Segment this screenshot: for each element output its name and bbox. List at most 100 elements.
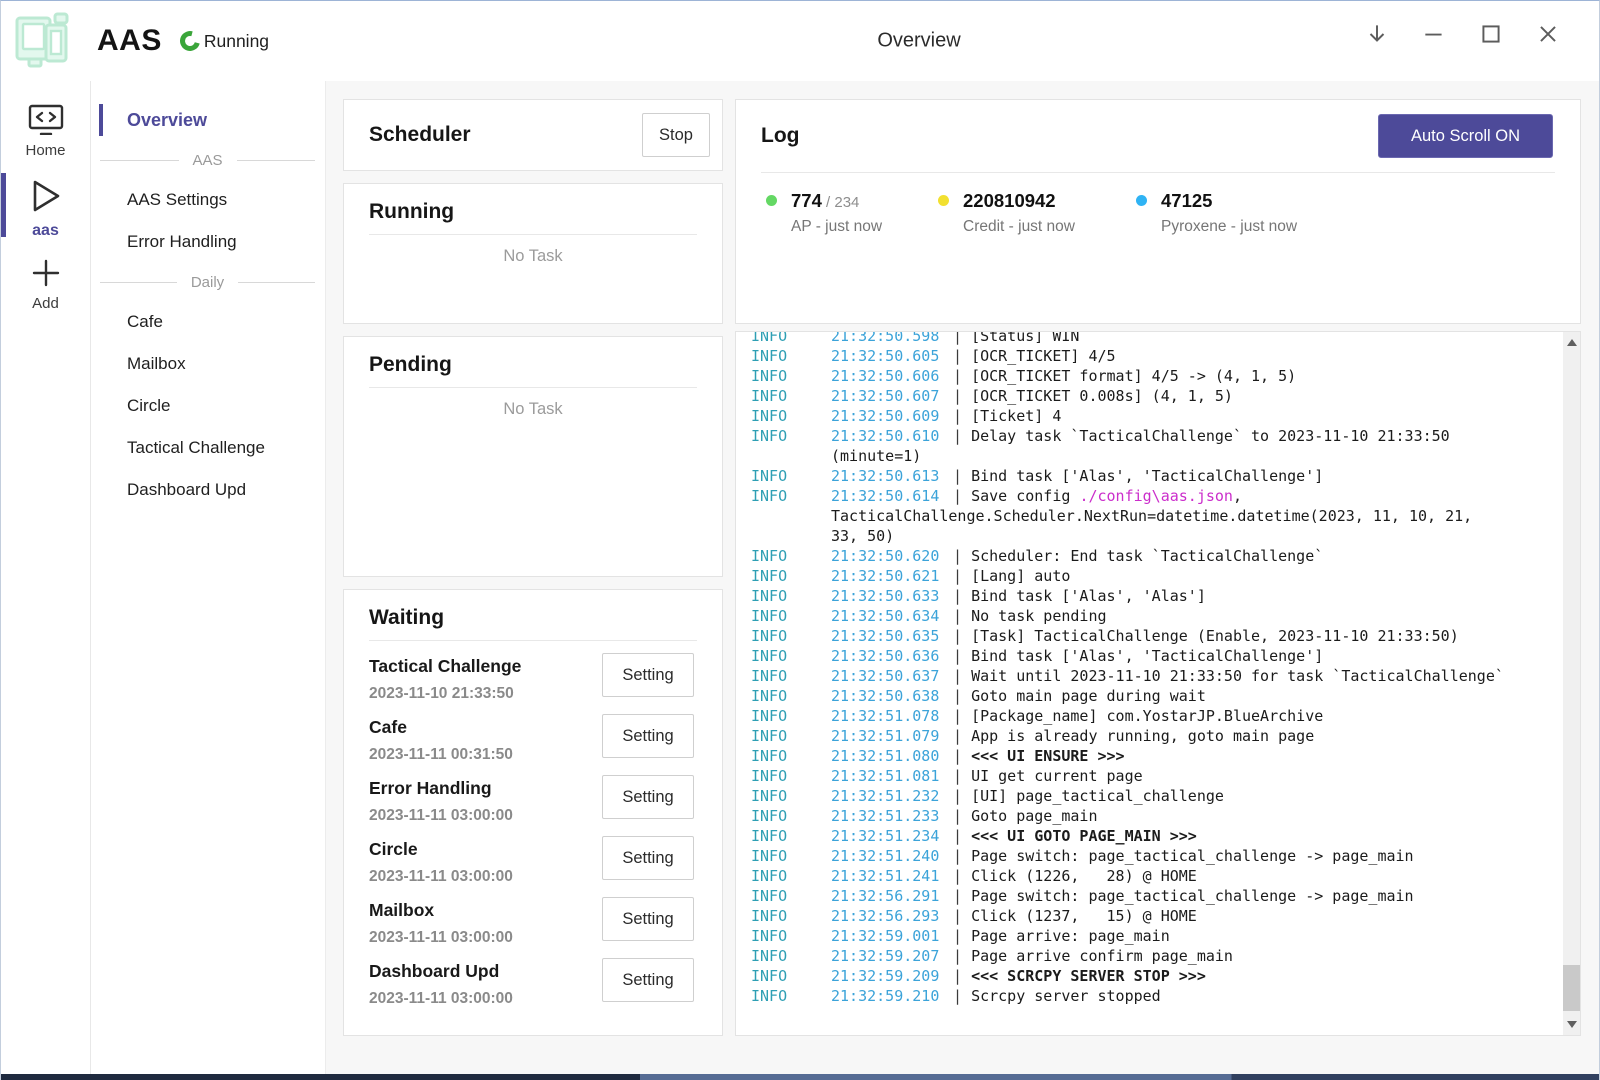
log-line: INFO21:32:50.621| [Lang] auto xyxy=(751,566,1556,586)
log-level: INFO xyxy=(751,946,831,966)
log-message: Page switch: page_tactical_challenge -> … xyxy=(971,847,1414,865)
log-separator: | xyxy=(953,767,971,785)
setting-button[interactable]: Setting xyxy=(602,958,694,1002)
status-text: Running xyxy=(204,31,269,52)
log-message: UI get current page xyxy=(971,767,1143,785)
log-time: 21:32:51.232 xyxy=(831,786,953,806)
log-message: Scrcpy server stopped xyxy=(971,987,1161,1005)
waiting-item: Tactical Challenge2023-11-10 21:33:50Set… xyxy=(369,653,694,707)
scroll-thumb[interactable] xyxy=(1563,965,1580,1011)
nav-item-aas-settings[interactable]: AAS Settings xyxy=(91,179,325,221)
setting-button[interactable]: Setting xyxy=(602,775,694,819)
log-separator: | xyxy=(953,587,971,605)
task-name: Mailbox xyxy=(369,897,513,924)
log-separator: | xyxy=(953,907,971,925)
stat-body: 220810942Credit - just now xyxy=(963,188,1075,236)
nav-item-overview[interactable]: Overview xyxy=(91,99,325,141)
nav-item-tactical-challenge[interactable]: Tactical Challenge xyxy=(91,427,325,469)
log-level: INFO xyxy=(751,866,831,886)
log-line: INFO21:32:59.001| Page arrive: page_main xyxy=(751,926,1556,946)
log-message: <<< SCRCPY SERVER STOP >>> xyxy=(971,967,1206,985)
log-message: Page arrive: page_main xyxy=(971,927,1170,945)
app-name: AAS xyxy=(97,24,162,58)
log-level: INFO xyxy=(751,686,831,706)
log-lines: INFO21:32:50.598| [Status] WININFO21:32:… xyxy=(751,331,1556,1006)
rail-item-home[interactable]: Home xyxy=(1,103,90,159)
log-level: INFO xyxy=(751,786,831,806)
task-info: Circle2023-11-11 03:00:00 xyxy=(369,836,513,890)
task-name: Tactical Challenge xyxy=(369,653,521,680)
task-next-run: 2023-11-11 03:00:00 xyxy=(369,863,513,890)
setting-button[interactable]: Setting xyxy=(602,897,694,941)
log-line: INFO21:32:50.614| Save config ./config\a… xyxy=(751,486,1556,506)
log-level: INFO xyxy=(751,346,831,366)
auto-scroll-button[interactable]: Auto Scroll ON xyxy=(1378,114,1553,158)
log-level: INFO xyxy=(751,806,831,826)
log-separator: | xyxy=(953,727,971,745)
log-separator: | xyxy=(953,331,971,345)
waiting-list: Tactical Challenge2023-11-10 21:33:50Set… xyxy=(344,641,722,1012)
log-separator: | xyxy=(953,807,971,825)
divider xyxy=(369,234,697,235)
scroll-down-button[interactable] xyxy=(1563,1016,1580,1033)
window-controls xyxy=(1364,1,1561,67)
stat-value: 220810942 xyxy=(963,190,1056,211)
log-line: INFO21:32:50.606| [OCR_TICKET format] 4/… xyxy=(751,366,1556,386)
log-message: Click (1226, 28) @ HOME xyxy=(971,867,1197,885)
setting-button[interactable]: Setting xyxy=(602,714,694,758)
log-time: 21:32:50.610 xyxy=(831,426,953,446)
log-scrollbar[interactable] xyxy=(1563,332,1580,1035)
task-name: Cafe xyxy=(369,714,513,741)
log-message: Wait until 2023-11-10 21:33:50 for task … xyxy=(971,667,1504,685)
task-next-run: 2023-11-11 00:31:50 xyxy=(369,741,513,768)
close-button[interactable] xyxy=(1535,21,1561,47)
stat-value-row: 47125 xyxy=(1161,188,1297,216)
waiting-item: Dashboard Upd2023-11-11 03:00:00Setting xyxy=(369,958,694,1012)
log-time: 21:32:50.638 xyxy=(831,686,953,706)
minimize-button[interactable] xyxy=(1421,21,1447,47)
log-separator: | xyxy=(953,547,971,565)
setting-button[interactable]: Setting xyxy=(602,653,694,697)
log-level: INFO xyxy=(751,706,831,726)
scroll-up-icon xyxy=(1567,339,1577,346)
log-level: INFO xyxy=(751,826,831,846)
plus-icon xyxy=(31,258,61,288)
nav-item-cafe[interactable]: Cafe xyxy=(91,301,325,343)
log-time: 21:32:56.291 xyxy=(831,886,953,906)
log-title: Log xyxy=(761,124,1378,148)
icon-rail: Home aas Add xyxy=(1,81,91,1074)
rail-item-add[interactable]: Add xyxy=(1,258,90,312)
blue-dot-icon xyxy=(1136,195,1147,206)
stop-button[interactable]: Stop xyxy=(642,113,710,157)
stat-total: / 234 xyxy=(822,194,860,211)
log-message: Goto main page during wait xyxy=(971,687,1206,705)
setting-button[interactable]: Setting xyxy=(602,836,694,880)
nav-item-mailbox[interactable]: Mailbox xyxy=(91,343,325,385)
code-monitor-icon xyxy=(27,103,65,135)
log-output-card[interactable]: INFO21:32:50.598| [Status] WININFO21:32:… xyxy=(735,331,1581,1036)
log-line: INFO21:32:51.232| [UI] page_tactical_cha… xyxy=(751,786,1556,806)
maximize-button[interactable] xyxy=(1478,21,1504,47)
download-button[interactable] xyxy=(1364,21,1390,47)
log-message: Bind task ['Alas', 'TacticalChallenge'] xyxy=(971,647,1323,665)
log-level: INFO xyxy=(751,926,831,946)
log-line: INFO21:32:50.636| Bind task ['Alas', 'Ta… xyxy=(751,646,1556,666)
nav-item-circle[interactable]: Circle xyxy=(91,385,325,427)
log-separator: | xyxy=(953,787,971,805)
log-separator: | xyxy=(953,607,971,625)
log-separator: | xyxy=(953,427,971,445)
app-window: AAS Running Overview xyxy=(0,0,1600,1080)
nav-list: OverviewAASAAS SettingsError HandlingDai… xyxy=(91,99,325,511)
scroll-up-button[interactable] xyxy=(1563,334,1580,351)
log-message: No task pending xyxy=(971,607,1106,625)
log-message: [OCR_TICKET 0.008s] (4, 1, 5) xyxy=(971,387,1233,405)
left-column: Scheduler Stop Running No Task Pending N… xyxy=(343,99,723,1036)
rail-label-add: Add xyxy=(32,295,59,312)
log-line: INFO21:32:51.081| UI get current page xyxy=(751,766,1556,786)
log-message: App is already running, goto main page xyxy=(971,727,1314,745)
nav-item-error-handling[interactable]: Error Handling xyxy=(91,221,325,263)
nav-item-dashboard-upd[interactable]: Dashboard Upd xyxy=(91,469,325,511)
log-time: 21:32:51.233 xyxy=(831,806,953,826)
log-line-wrap: (minute=1) xyxy=(751,446,1556,466)
rail-item-aas[interactable]: aas xyxy=(1,177,90,240)
